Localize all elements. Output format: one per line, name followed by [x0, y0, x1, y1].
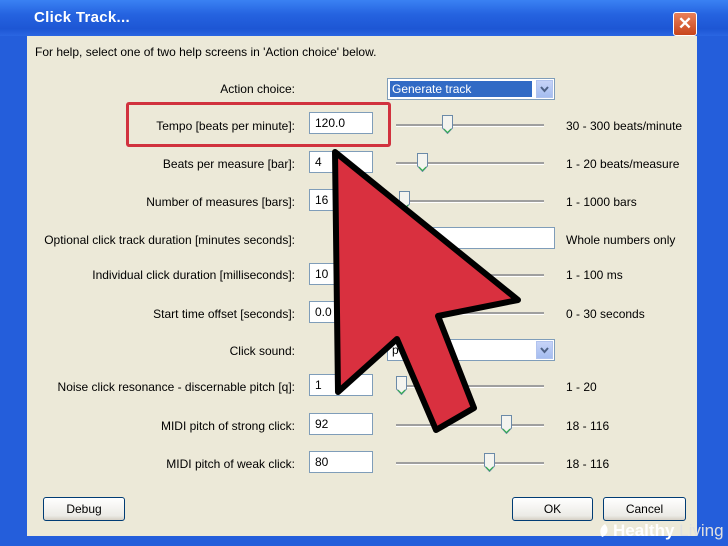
watermark-brand: Healthy	[613, 521, 675, 540]
pointer-arrow-icon	[332, 149, 521, 433]
click-track-dialog: Click Track... ✕ For help, select one of…	[0, 0, 728, 546]
watermark: Healthy Living	[596, 521, 724, 541]
watermark-suffix: Living	[674, 521, 724, 540]
